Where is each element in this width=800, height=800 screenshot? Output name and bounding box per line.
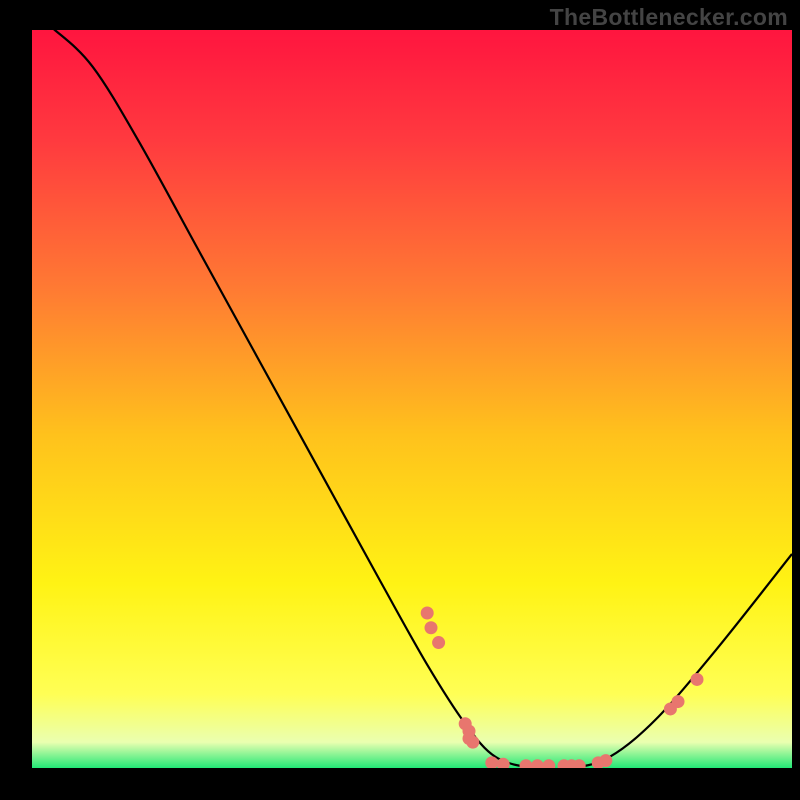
- data-marker: [432, 636, 445, 649]
- data-marker: [466, 736, 479, 749]
- data-marker: [672, 695, 685, 708]
- bottleneck-chart: TheBottlenecker.com: [0, 0, 800, 800]
- chart-svg: [0, 0, 800, 800]
- data-marker: [542, 759, 555, 772]
- data-marker: [691, 673, 704, 686]
- data-marker: [599, 754, 612, 767]
- watermark-text: TheBottlenecker.com: [550, 4, 788, 31]
- gradient-background: [32, 30, 792, 768]
- data-marker: [421, 607, 434, 620]
- data-marker: [425, 621, 438, 634]
- data-marker: [485, 756, 498, 769]
- data-marker: [497, 758, 510, 771]
- data-marker: [573, 759, 586, 772]
- data-marker: [531, 759, 544, 772]
- data-marker: [520, 759, 533, 772]
